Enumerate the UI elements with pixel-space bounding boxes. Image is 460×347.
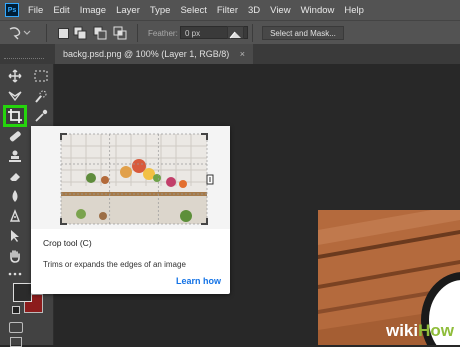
quick-select-icon: [35, 90, 47, 103]
menu-bar: Ps File Edit Image Layer Type Select Fil…: [0, 0, 460, 20]
ellipsis-icon: [8, 272, 22, 276]
drop-icon: [12, 190, 18, 202]
eraser-tool[interactable]: [4, 166, 26, 186]
tooltip-title: Crop tool (C): [43, 238, 92, 248]
foreground-color-swatch[interactable]: [13, 283, 32, 302]
intersect-selection-icon[interactable]: [113, 26, 127, 45]
hand-icon: [10, 250, 20, 263]
stamp-tool[interactable]: [4, 146, 26, 166]
feather-label: Feather:: [148, 29, 178, 38]
document-tab-bar: backg.psd.png @ 100% (Layer 1, RGB/8) ×: [0, 44, 460, 64]
eraser-icon: [10, 173, 20, 181]
select-and-mask-button[interactable]: Select and Mask...: [262, 26, 344, 40]
arrow-icon: [11, 230, 19, 242]
menu-help[interactable]: Help: [344, 5, 364, 16]
marquee-tool[interactable]: [30, 66, 52, 86]
learn-how-link[interactable]: Learn how: [176, 276, 221, 286]
move-tool[interactable]: [4, 66, 26, 86]
menu-window[interactable]: Window: [301, 5, 335, 16]
menu-image[interactable]: Image: [80, 5, 106, 16]
crop-icon: [8, 109, 22, 123]
menu-layer[interactable]: Layer: [116, 5, 140, 16]
healing-tool[interactable]: [4, 126, 26, 146]
marquee-icon: [34, 70, 48, 82]
tooltip-preview-image: [31, 126, 230, 229]
lasso-tool[interactable]: [4, 86, 26, 106]
pen-icon: [9, 209, 21, 222]
path-select-tool[interactable]: [4, 226, 26, 246]
tooltip-description: Trims or expands the edges of an image: [43, 260, 186, 269]
tools-panel-grip: [4, 58, 44, 62]
eyedropper-tool[interactable]: [30, 106, 52, 126]
menu-edit[interactable]: Edit: [53, 5, 69, 16]
add-selection-icon[interactable]: [73, 26, 87, 45]
document-tab[interactable]: backg.psd.png @ 100% (Layer 1, RGB/8) ×: [55, 44, 254, 64]
watermark-wiki: wiki: [385, 321, 419, 340]
quick-mask-icon[interactable]: [9, 322, 23, 333]
options-bar: Feather: 0 px Select and Mask...: [0, 20, 460, 44]
blur-tool[interactable]: [4, 186, 26, 206]
menu-select[interactable]: Select: [180, 5, 206, 16]
document-tab-title: backg.psd.png @ 100% (Layer 1, RGB/8): [63, 49, 230, 59]
pen-tool[interactable]: [4, 206, 26, 226]
options-divider: [252, 24, 253, 42]
move-icon: [8, 69, 22, 83]
options-divider: [137, 24, 138, 42]
options-divider: [46, 24, 47, 42]
stamp-icon: [9, 150, 21, 162]
more-tools[interactable]: [4, 264, 26, 284]
eyedropper-icon: [35, 109, 48, 122]
quick-select-tool[interactable]: [30, 86, 52, 106]
bandage-icon: [9, 131, 21, 142]
menu-3d[interactable]: 3D: [248, 5, 260, 16]
crop-tool-tooltip: Crop tool (C) Trims or expands the edges…: [31, 126, 230, 294]
crop-tool[interactable]: [4, 106, 26, 126]
new-selection-icon[interactable]: [58, 28, 69, 39]
watermark-how: How: [418, 321, 454, 340]
close-icon[interactable]: ×: [240, 49, 245, 59]
menu-view[interactable]: View: [270, 5, 290, 16]
menu-filter[interactable]: Filter: [217, 5, 238, 16]
anti-alias-icon[interactable]: [227, 26, 244, 39]
lasso-icon: [8, 91, 22, 102]
lasso-preset-icon[interactable]: [7, 25, 33, 45]
default-colors-icon[interactable]: [12, 306, 20, 314]
menu-type[interactable]: Type: [150, 5, 171, 16]
screen-mode-icon[interactable]: [10, 337, 22, 347]
hand-tool[interactable]: [4, 246, 26, 266]
photoshop-logo-icon: Ps: [5, 3, 19, 17]
subtract-selection-icon[interactable]: [93, 26, 107, 45]
menu-file[interactable]: File: [28, 5, 43, 16]
wikihow-watermark: wikiHow: [386, 321, 454, 341]
